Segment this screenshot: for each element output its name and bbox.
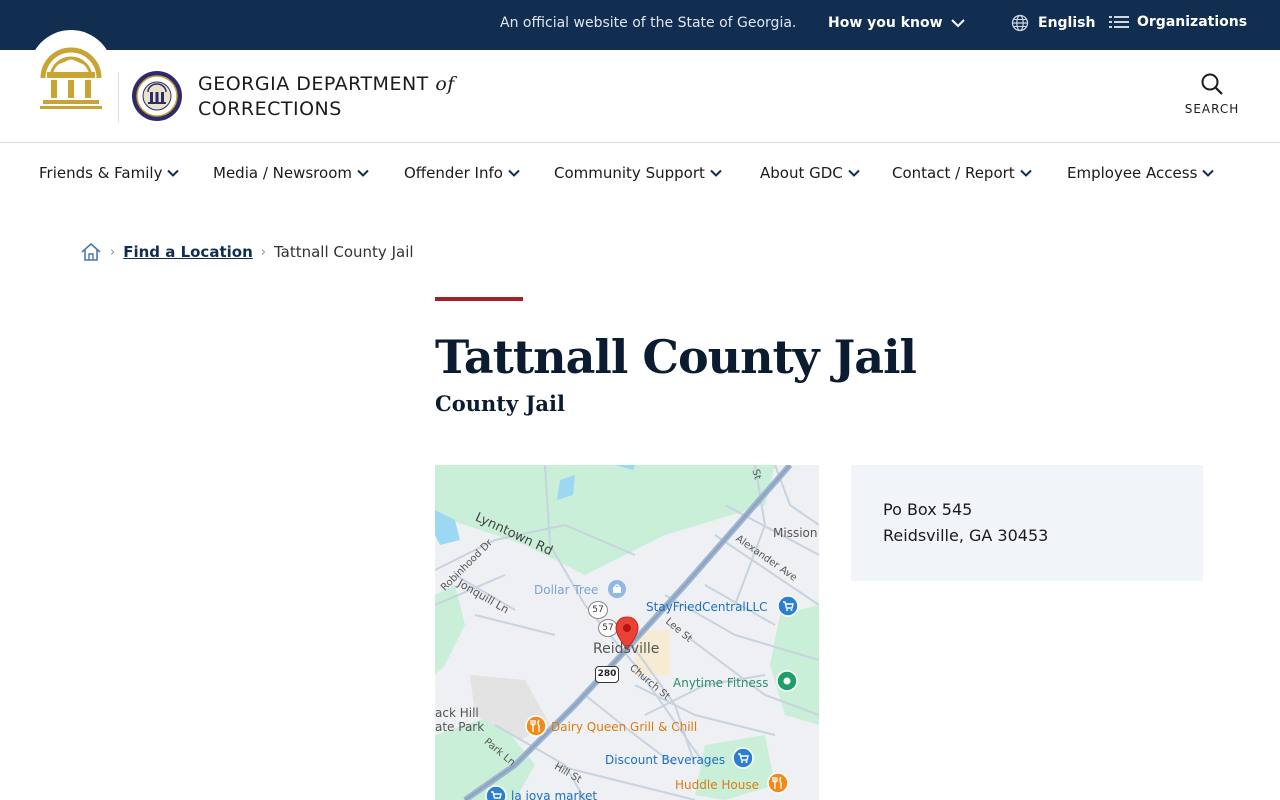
site-header: GEORGIA DEPARTMENT of CORRECTIONS SEARCH — [0, 30, 1280, 143]
breadcrumb: › Find a Location › Tattnall County Jail — [80, 242, 414, 262]
breadcrumb-current: Tattnall County Jail — [273, 243, 414, 261]
nav-item-employee-access[interactable]: Employee Access — [1067, 164, 1215, 182]
route-shield-57: 57 — [588, 601, 608, 619]
nav-item-contact-report[interactable]: Contact / Report — [892, 164, 1032, 182]
chevron-down-icon — [357, 169, 369, 177]
organizations-button[interactable]: Organizations — [1109, 14, 1247, 30]
shopping-cart-icon — [732, 747, 754, 769]
language-selector[interactable]: English — [1011, 14, 1095, 32]
nav-item-label: Offender Info — [404, 164, 503, 182]
map-label-hill-park-1: ack Hill — [435, 706, 479, 720]
map-label-mission: Mission — [773, 526, 818, 540]
chevron-down-icon — [950, 19, 965, 28]
chevron-down-icon — [848, 169, 860, 177]
fitness-pin-icon — [776, 670, 798, 692]
page-subtitle: County Jail — [435, 391, 565, 416]
address-line2: Reidsville, GA 30453 — [883, 526, 1049, 545]
page-title: Tattnall County Jail — [435, 330, 917, 384]
breadcrumb-separator-icon: › — [110, 244, 116, 260]
search-label: SEARCH — [1184, 102, 1240, 116]
official-site-text: An official website of the State of Geor… — [500, 15, 797, 31]
map-label-reidsville: Reidsville — [593, 641, 660, 657]
map-label-discount: Discount Beverages — [605, 753, 726, 767]
agency-name[interactable]: GEORGIA DEPARTMENT of CORRECTIONS — [198, 72, 455, 122]
language-label: English — [1038, 15, 1096, 31]
nav-item-label: Contact / Report — [892, 164, 1015, 182]
nav-item-offender-info[interactable]: Offender Info — [404, 164, 520, 182]
map-label-anytime: Anytime Fitness — [673, 676, 769, 690]
nav-item-label: Community Support — [554, 164, 705, 182]
route-number: 280 — [597, 669, 617, 679]
gdc-seal-icon — [132, 71, 182, 121]
map-label-lajoya: la joya market — [511, 789, 598, 800]
nav-item-media-newsroom[interactable]: Media / Newsroom — [213, 164, 369, 182]
georgia-seal-link[interactable] — [29, 30, 113, 114]
list-icon — [1109, 16, 1129, 28]
address-line1: Po Box 545 — [883, 500, 973, 519]
gdc-seal-link[interactable] — [131, 70, 183, 126]
title-accent-bar — [435, 297, 523, 301]
nav-item-community-support[interactable]: Community Support — [554, 164, 722, 182]
home-icon[interactable] — [80, 242, 102, 262]
nav-item-friends-family[interactable]: Friends & Family — [39, 164, 180, 182]
address-card: Po Box 545 Reidsville, GA 30453 — [851, 465, 1203, 581]
globe-icon — [1011, 14, 1029, 32]
how-you-know-label: How you know — [828, 15, 943, 31]
how-you-know-button[interactable]: How you know — [828, 15, 965, 31]
agency-line2: CORRECTIONS — [198, 98, 342, 120]
restaurant-pin-icon — [767, 772, 789, 794]
map-label-huddle: Huddle House — [675, 778, 759, 792]
nav-item-label: About GDC — [760, 164, 843, 182]
search-icon — [1201, 73, 1223, 95]
shopping-cart-icon — [777, 595, 799, 617]
nav-item-about-gdc[interactable]: About GDC — [760, 164, 860, 182]
map-label-hill-park-2: ate Park — [435, 720, 485, 734]
breadcrumb-find-location[interactable]: Find a Location — [123, 243, 253, 261]
official-banner: An official website of the State of Geor… — [0, 0, 1280, 50]
chevron-down-icon — [167, 169, 180, 177]
map-label-dollar-tree: Dollar Tree — [534, 583, 599, 597]
main-nav: Friends & Family Media / Newsroom Offend… — [0, 143, 1280, 203]
route-shield-280: 280 — [595, 666, 619, 683]
nav-item-label: Friends & Family — [39, 164, 163, 182]
organizations-label: Organizations — [1137, 14, 1248, 30]
search-button[interactable]: SEARCH — [1180, 72, 1244, 116]
nav-item-label: Media / Newsroom — [213, 164, 352, 182]
nav-item-label: Employee Access — [1067, 164, 1198, 182]
location-map[interactable]: Lynntown Rd Robinhood Dr Jonquill Ln Dol… — [435, 465, 819, 800]
georgia-arch-seal-icon — [40, 47, 102, 109]
agency-of: of — [435, 73, 455, 95]
chevron-down-icon — [1202, 169, 1215, 177]
restaurant-pin-icon — [525, 715, 547, 737]
header-divider — [118, 72, 119, 122]
route-number: 57 — [602, 623, 614, 633]
map-label-stayfried: StayFriedCentralLLC — [646, 600, 768, 614]
agency-line1: GEORGIA DEPARTMENT — [198, 73, 429, 95]
route-number: 57 — [592, 605, 604, 615]
breadcrumb-separator-icon: › — [260, 244, 266, 260]
shopping-cart-icon — [485, 785, 507, 800]
chevron-down-icon — [508, 169, 520, 177]
map-label-dairy-queen: Dairy Queen Grill & Chill — [551, 720, 698, 734]
chevron-down-icon — [1019, 169, 1032, 177]
chevron-down-icon — [710, 169, 722, 177]
shopping-bag-icon — [608, 580, 626, 598]
